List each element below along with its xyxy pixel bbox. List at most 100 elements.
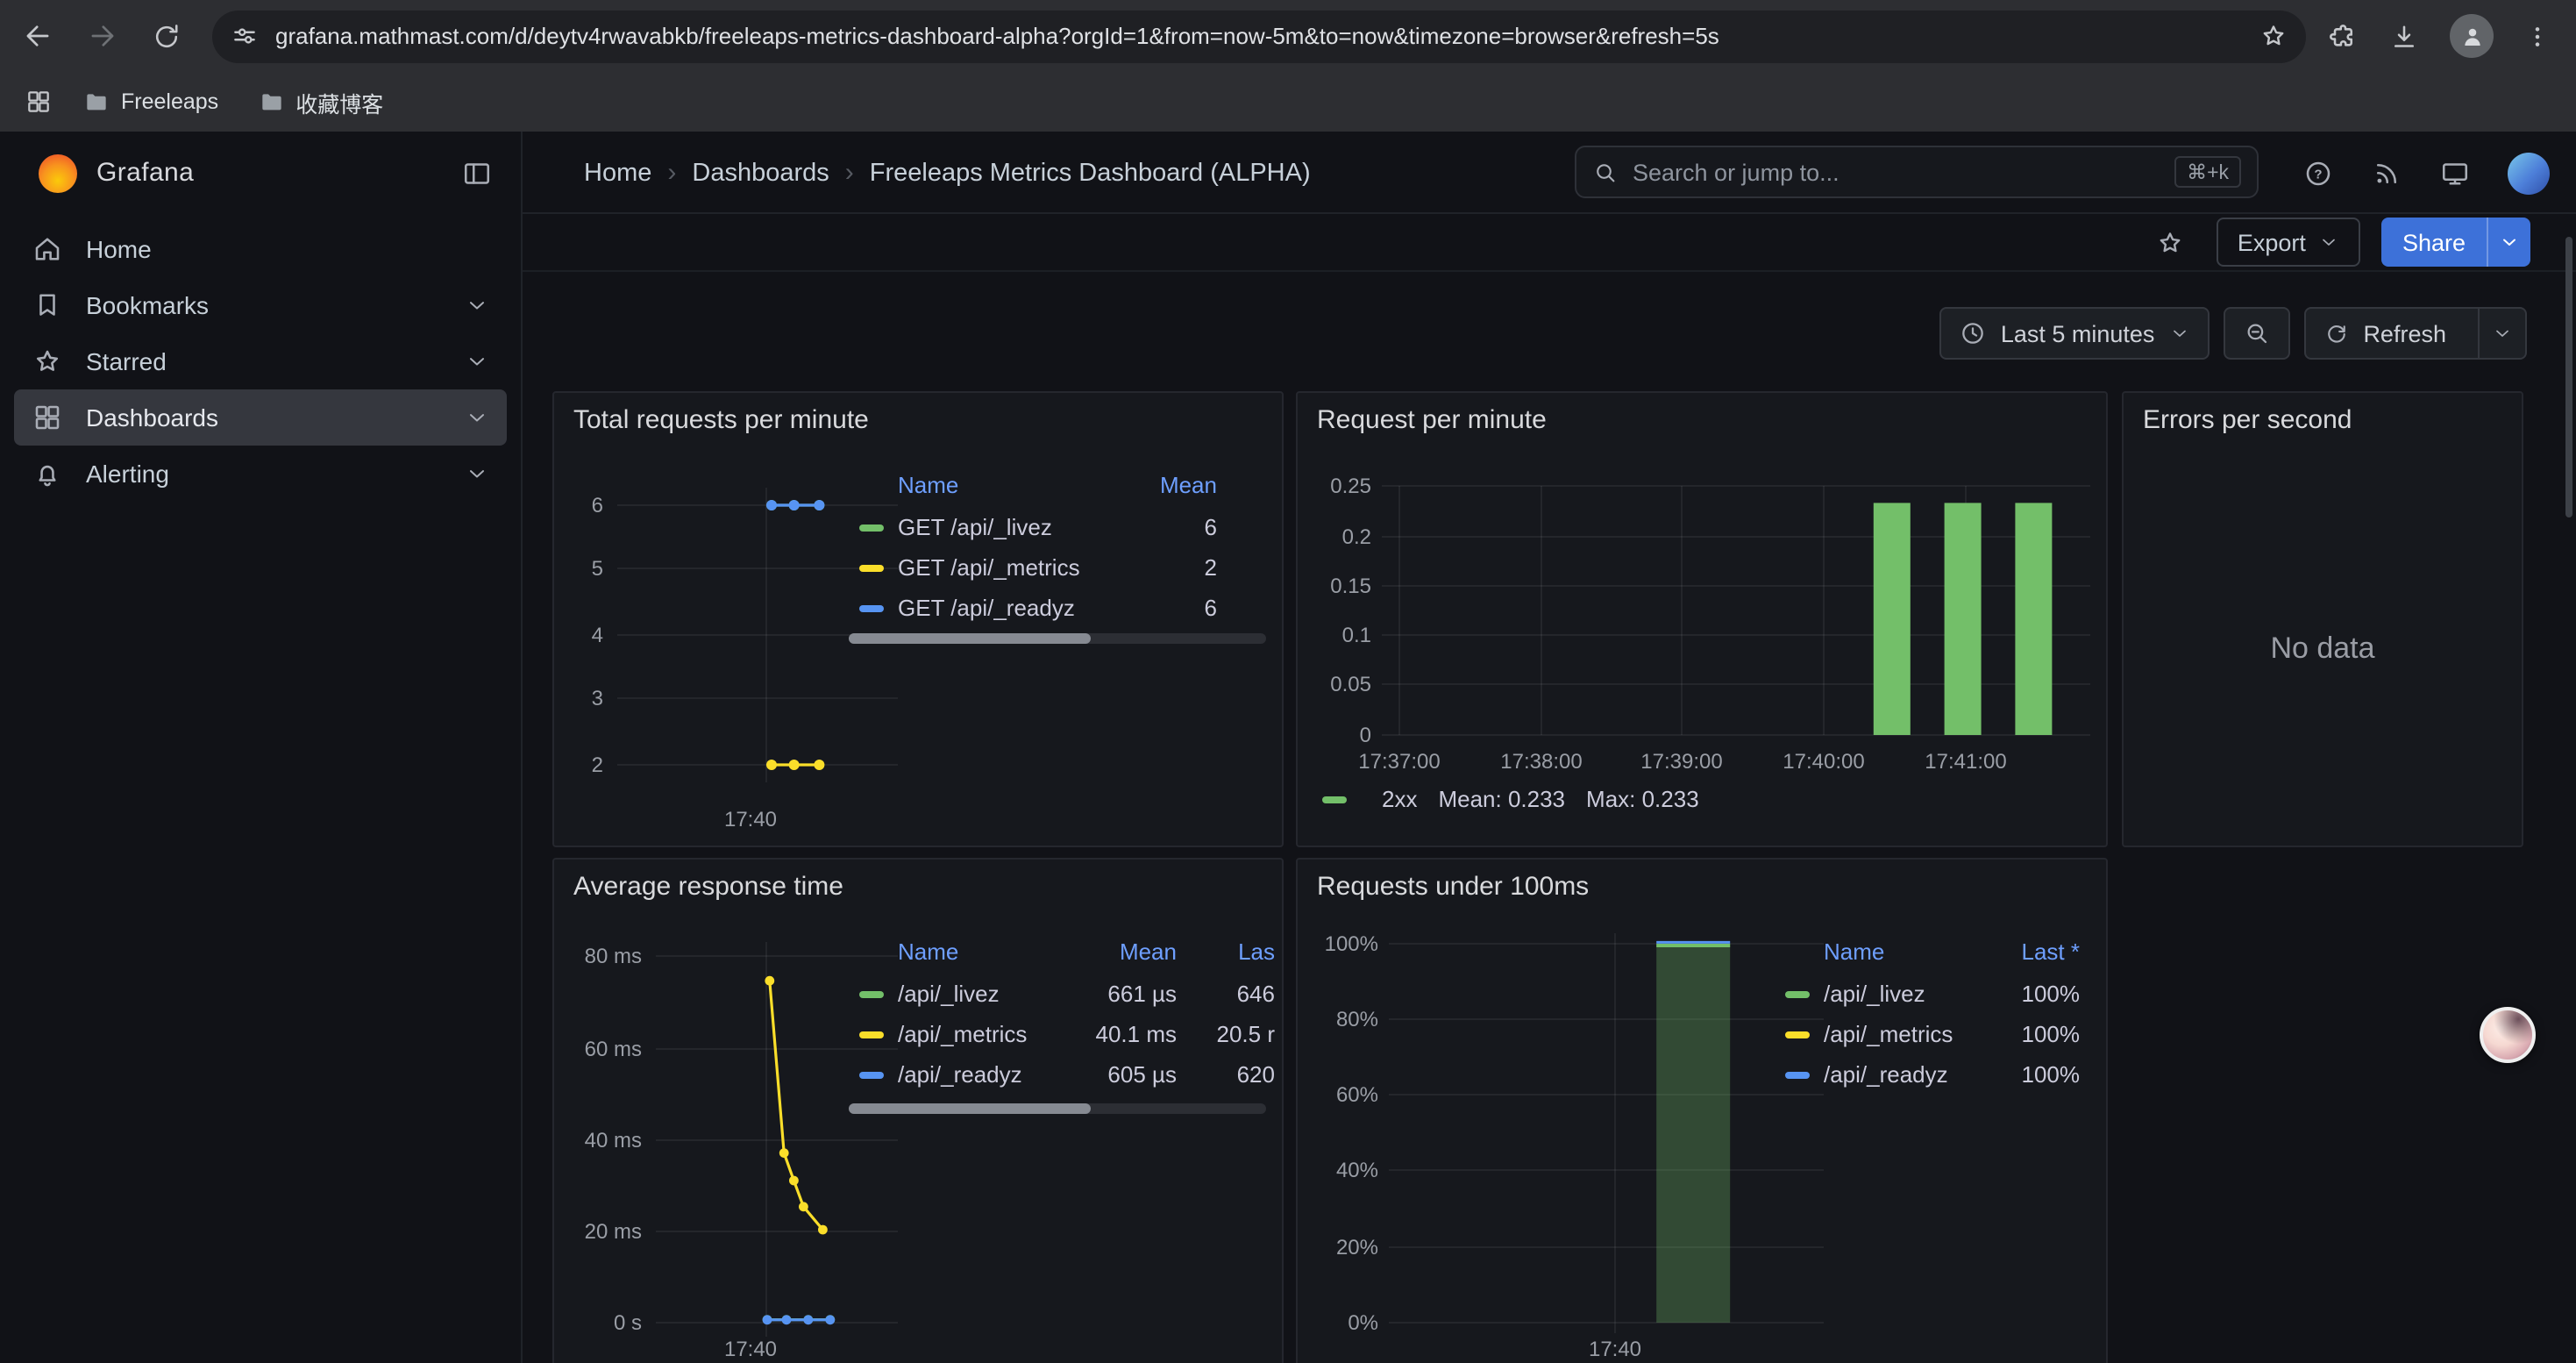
sidebar-item-bookmarks[interactable]: Bookmarks bbox=[14, 277, 507, 333]
breadcrumb-current: Freeleaps Metrics Dashboard (ALPHA) bbox=[870, 159, 1311, 187]
legend-row[interactable]: /api/_livez 661 µs 646 bbox=[859, 974, 1275, 1014]
help-icon[interactable]: ? bbox=[2302, 157, 2334, 189]
legend-header-last[interactable]: Last * bbox=[1975, 938, 2080, 964]
legend-header-name[interactable]: Name bbox=[1785, 938, 1975, 964]
bookmark-label: 收藏博客 bbox=[295, 85, 383, 118]
panel-title[interactable]: Average response time bbox=[573, 872, 843, 902]
series-name[interactable]: /api/_readyz bbox=[898, 1061, 1071, 1088]
apps-icon bbox=[32, 402, 63, 433]
legend-header-name[interactable]: Name bbox=[859, 471, 1112, 497]
legend-header-last[interactable]: Las bbox=[1177, 938, 1275, 964]
refresh-button[interactable]: Refresh bbox=[2303, 307, 2527, 360]
breadcrumb-home[interactable]: Home bbox=[584, 159, 651, 187]
star-icon bbox=[32, 346, 63, 377]
grafana-logo[interactable] bbox=[39, 153, 77, 192]
svg-text:17:37:00: 17:37:00 bbox=[1358, 750, 1440, 774]
bar-chart[interactable]: 0.250.20.150.10.05017:37:0017:38:0017:39… bbox=[1298, 393, 2108, 847]
apps-grid-icon[interactable] bbox=[25, 88, 53, 116]
bookmark-folder-blogs[interactable]: 收藏博客 bbox=[248, 80, 392, 124]
url-bar[interactable]: grafana.mathmast.com/d/deytv4rwavabkb/fr… bbox=[212, 10, 2306, 62]
sidebar-item-starred[interactable]: Starred bbox=[14, 333, 507, 389]
scrollbar-thumb[interactable] bbox=[849, 633, 1091, 644]
chevron-down-icon[interactable] bbox=[465, 461, 489, 486]
series-color-dash bbox=[859, 990, 884, 997]
breadcrumb-dashboards[interactable]: Dashboards bbox=[692, 159, 829, 187]
legend-row[interactable]: /api/_readyz 100% bbox=[1785, 1054, 2080, 1095]
sidebar-item-home[interactable]: Home bbox=[14, 221, 507, 277]
screen: grafana.mathmast.com/d/deytv4rwavabkb/fr… bbox=[0, 0, 2576, 1363]
series-name[interactable]: GET /api/_livez bbox=[898, 514, 1112, 540]
share-button[interactable]: Share bbox=[2381, 218, 2530, 267]
scrollbar-thumb[interactable] bbox=[849, 1103, 1091, 1114]
legend-row[interactable]: /api/_metrics 100% bbox=[1785, 1014, 2080, 1054]
bookmark-star-icon[interactable] bbox=[2259, 21, 2288, 51]
legend-row[interactable]: GET /api/_readyz 6 bbox=[859, 588, 1217, 628]
sidebar-collapse-button[interactable] bbox=[458, 153, 496, 192]
sidebar-item-alerting[interactable]: Alerting bbox=[14, 446, 507, 502]
legend-header-mean[interactable]: Mean bbox=[1112, 471, 1217, 497]
search-input[interactable]: Search or jump to... ⌘+k bbox=[1575, 146, 2259, 198]
back-button[interactable] bbox=[9, 8, 65, 64]
downloads-icon[interactable] bbox=[2388, 20, 2420, 52]
forward-button[interactable] bbox=[74, 8, 130, 64]
browser-menu-icon[interactable] bbox=[2523, 22, 2551, 50]
share-dropdown-button[interactable] bbox=[2487, 218, 2530, 267]
legend-row[interactable]: GET /api/_livez 6 bbox=[859, 507, 1217, 547]
series-name[interactable]: /api/_metrics bbox=[898, 1021, 1071, 1047]
legend-scrollbar[interactable] bbox=[849, 1103, 1266, 1114]
series-name[interactable]: /api/_readyz bbox=[1824, 1061, 1975, 1088]
export-button[interactable]: Export bbox=[2217, 218, 2360, 267]
legend-header-mean[interactable]: Mean bbox=[1071, 938, 1177, 964]
series-last: 20.5 r bbox=[1177, 1021, 1275, 1047]
time-controls: Last 5 minutes Refresh bbox=[1939, 307, 2527, 360]
bookmark-folder-freeleaps[interactable]: Freeleaps bbox=[74, 82, 227, 121]
series-name[interactable]: /api/_livez bbox=[898, 981, 1071, 1007]
series-name[interactable]: GET /api/_metrics bbox=[898, 554, 1112, 581]
url-text: grafana.mathmast.com/d/deytv4rwavabkb/fr… bbox=[275, 23, 2259, 49]
reload-button[interactable] bbox=[139, 8, 195, 64]
panel-title[interactable]: Requests under 100ms bbox=[1317, 872, 1589, 902]
legend-header-name[interactable]: Name bbox=[859, 938, 1071, 964]
chevron-down-icon[interactable] bbox=[465, 405, 489, 430]
search-shortcut-badge: ⌘+k bbox=[2174, 156, 2241, 188]
series-color-dash bbox=[1785, 990, 1810, 997]
folder-icon bbox=[82, 88, 110, 116]
series-name[interactable]: 2xx bbox=[1382, 786, 1417, 812]
time-range-picker[interactable]: Last 5 minutes bbox=[1939, 307, 2210, 360]
news-rss-icon[interactable] bbox=[2371, 157, 2402, 189]
legend-row[interactable]: /api/_readyz 605 µs 620 bbox=[859, 1054, 1275, 1095]
kiosk-monitor-icon[interactable] bbox=[2439, 157, 2471, 189]
user-avatar[interactable] bbox=[2508, 152, 2550, 194]
series-name[interactable]: GET /api/_readyz bbox=[898, 595, 1112, 621]
breadcrumb-separator: › bbox=[667, 158, 676, 188]
panel-title[interactable]: Request per minute bbox=[1317, 405, 1547, 435]
sidebar-item-dashboards[interactable]: Dashboards bbox=[14, 389, 507, 446]
chevron-down-icon[interactable] bbox=[465, 349, 489, 374]
svg-text:0 s: 0 s bbox=[614, 1311, 642, 1335]
header-icons: ? bbox=[2302, 132, 2550, 214]
series-name[interactable]: /api/_livez bbox=[1824, 981, 1975, 1007]
zoom-out-button[interactable] bbox=[2223, 307, 2289, 360]
legend-row[interactable]: /api/_metrics 40.1 ms 20.5 r bbox=[859, 1014, 1275, 1054]
legend-row[interactable]: GET /api/_metrics 2 bbox=[859, 547, 1217, 588]
legend-scrollbar[interactable] bbox=[849, 633, 1266, 644]
chevron-down-icon bbox=[2168, 323, 2189, 344]
legend-row[interactable]: /api/_livez 100% bbox=[1785, 974, 2080, 1014]
browser-profile-avatar[interactable] bbox=[2450, 14, 2494, 58]
page-scrollbar-thumb[interactable] bbox=[2565, 237, 2572, 517]
refresh-interval-dropdown[interactable] bbox=[2478, 309, 2525, 358]
panel-title[interactable]: Errors per second bbox=[2143, 405, 2352, 435]
bell-icon bbox=[32, 458, 63, 489]
svg-text:17:40:00: 17:40:00 bbox=[1783, 750, 1864, 774]
panel-total-requests: Total requests per minute 6543217:40 Nam… bbox=[552, 391, 1284, 847]
chevron-down-icon[interactable] bbox=[465, 293, 489, 318]
extensions-icon[interactable] bbox=[2327, 20, 2359, 52]
assistant-avatar-overlay[interactable] bbox=[2480, 1007, 2536, 1063]
export-label: Export bbox=[2238, 229, 2306, 255]
favorite-star-icon[interactable] bbox=[2155, 227, 2185, 257]
series-name[interactable]: /api/_metrics bbox=[1824, 1021, 1975, 1047]
site-controls-icon[interactable] bbox=[230, 21, 260, 51]
panel-title[interactable]: Total requests per minute bbox=[573, 405, 869, 435]
share-label[interactable]: Share bbox=[2381, 218, 2487, 267]
refresh-main[interactable]: Refresh bbox=[2305, 309, 2464, 358]
